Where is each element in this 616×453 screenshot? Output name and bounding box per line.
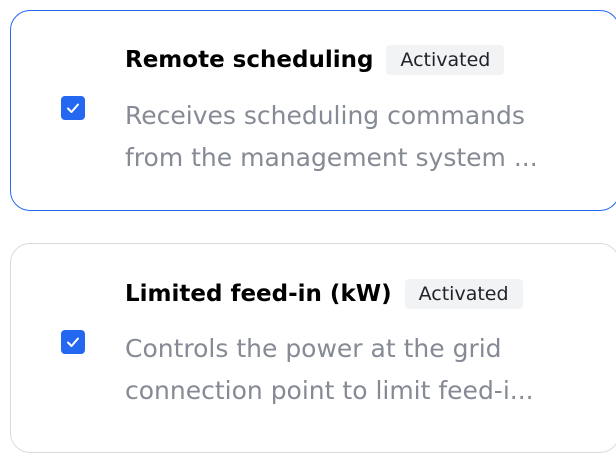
feature-checkbox-limited-feed-in[interactable] <box>61 330 85 354</box>
checkmark-icon <box>67 103 79 113</box>
feature-card-remote-scheduling[interactable]: Remote scheduling Activated Receives sch… <box>10 10 616 211</box>
status-badge: Activated <box>404 279 523 309</box>
feature-description-line: Receives scheduling commands <box>125 101 525 130</box>
feature-title: Limited feed-in (kW) <box>125 281 392 307</box>
feature-description: Controls the power at the grid connectio… <box>125 328 575 412</box>
status-badge: Activated <box>386 45 505 75</box>
feature-title-row: Limited feed-in (kW) Activated <box>125 279 523 309</box>
feature-description-line: from the management system ... <box>125 143 538 172</box>
feature-title-row: Remote scheduling Activated <box>125 45 505 75</box>
feature-title: Remote scheduling <box>125 47 374 73</box>
feature-card-limited-feed-in[interactable]: Limited feed-in (kW) Activated Controls … <box>10 243 616 453</box>
feature-description: Receives scheduling commands from the ma… <box>125 95 575 179</box>
feature-description-line: Controls the power at the grid <box>125 334 502 363</box>
checkmark-icon <box>67 337 79 347</box>
feature-checkbox-remote-scheduling[interactable] <box>61 96 85 120</box>
feature-description-line: connection point to limit feed-i... <box>125 376 534 405</box>
